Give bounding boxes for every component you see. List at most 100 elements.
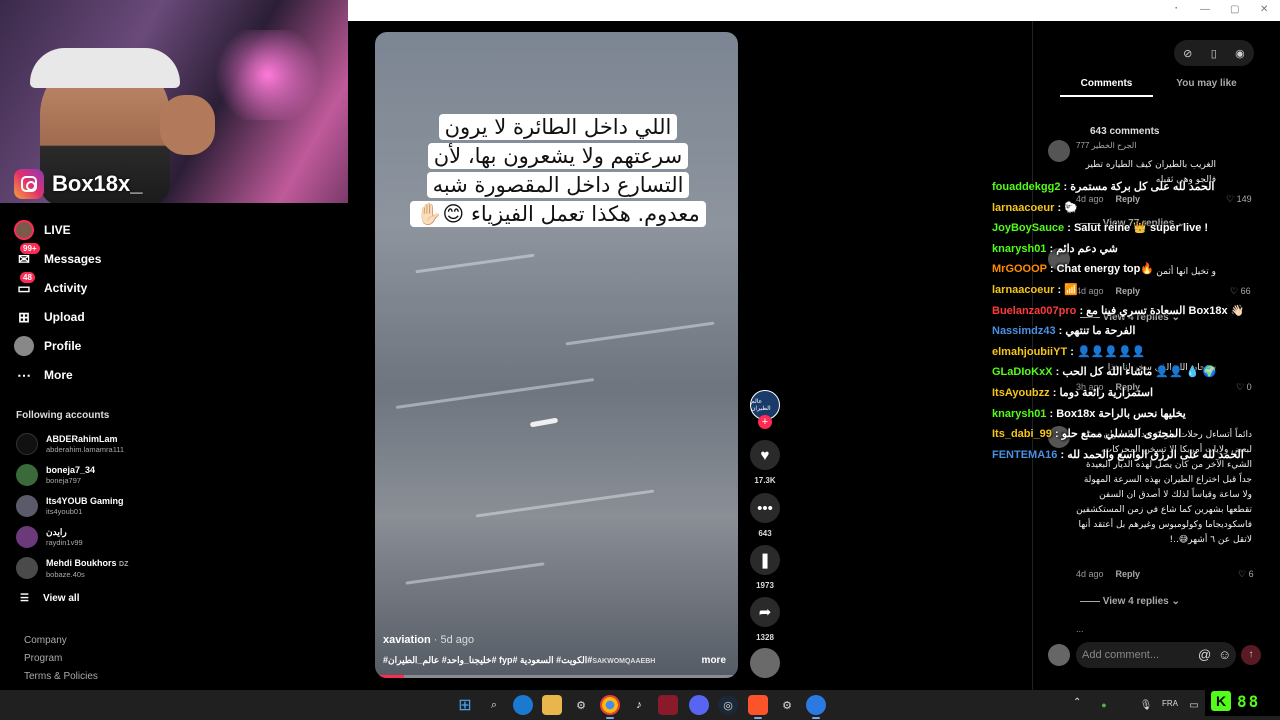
chat-username[interactable]: Buelanza007pro <box>992 305 1076 317</box>
like-count: 0 <box>1246 382 1252 392</box>
chat-username[interactable]: ItsAyoubzz <box>992 387 1050 399</box>
share-button[interactable]: ➦ <box>750 597 780 627</box>
footer-company[interactable]: Company <box>24 635 67 646</box>
comment-like[interactable]: ♡ 6 <box>1238 569 1254 580</box>
send-button[interactable]: ↑ <box>1241 645 1261 665</box>
terrain-streak <box>415 253 535 274</box>
account-handle: boneja797 <box>46 476 82 485</box>
comment-button[interactable]: ••• <box>750 493 780 523</box>
comment-like[interactable]: ♡ 0 <box>1236 382 1252 393</box>
chat-username[interactable]: larnaacoeur <box>992 284 1054 296</box>
reply-button[interactable]: Reply <box>1116 286 1141 296</box>
chat-username[interactable]: knarysh01 <box>992 243 1046 255</box>
reply-button[interactable]: Reply <box>1116 569 1141 579</box>
tiktok-icon[interactable]: ♪ <box>629 695 649 715</box>
share-count: 1328 <box>756 633 774 642</box>
chat-username[interactable]: fouaddekgg2 <box>992 181 1060 193</box>
video-author[interactable]: xaviation · 5d ago <box>383 634 474 646</box>
save-button[interactable]: ❚ <box>750 545 780 575</box>
avatar[interactable] <box>1048 140 1070 162</box>
brave-icon[interactable] <box>748 695 768 719</box>
network-icon[interactable]: ▭ <box>1184 695 1204 715</box>
browser-titlebar: ⠂ — ▢ ✕ <box>348 0 1280 21</box>
following-account[interactable]: رايدن raydin1v99 <box>16 526 83 548</box>
chrome-icon[interactable] <box>600 695 620 719</box>
comment-like[interactable]: ♡ 149 <box>1226 194 1252 205</box>
more-button[interactable]: more <box>702 655 726 666</box>
comment-input[interactable] <box>1082 645 1190 665</box>
airplane <box>529 417 559 428</box>
streamer-hand <box>160 95 215 155</box>
chat-username[interactable]: GLaDIoKxX <box>992 366 1053 378</box>
following-account[interactable]: ABDERahimLam abderahim.lamamra111 <box>16 433 124 455</box>
chat-username[interactable]: knarysh01 <box>992 408 1046 420</box>
store-icon[interactable]: ⚙ <box>571 695 591 715</box>
view-all-link[interactable]: ☰ View all <box>20 593 79 604</box>
minimize-icon[interactable]: — <box>1200 4 1210 15</box>
more-icon: ⋯ <box>17 366 31 383</box>
nav-live[interactable]: LIVE <box>14 220 71 240</box>
upload-icon: ⊞ <box>18 308 30 325</box>
chat-username[interactable]: Its_dabi_99 <box>992 428 1052 440</box>
video-player[interactable]: اللي داخل الطائرة لا يرون سرعتهم ولا يشع… <box>375 32 738 678</box>
chat-username[interactable]: Nassimdz43 <box>992 325 1056 337</box>
chat-message: JoyBoySauce : Salut reine 👑 super live ! <box>992 221 1208 234</box>
nav-activity[interactable]: ▭ 48 Activity <box>14 272 87 298</box>
top-action-pill[interactable]: ⊘ ▯ ◉ <box>1174 40 1254 66</box>
app-icon[interactable] <box>658 695 678 715</box>
footer-terms[interactable]: Terms & Policies <box>24 671 98 682</box>
comment-input-box[interactable]: @ ☺ <box>1076 642 1236 668</box>
language-indicator[interactable]: FRA <box>1162 699 1178 708</box>
following-account[interactable]: Mehdi Boukhors DZ bobaze.40s <box>16 557 128 579</box>
video-progress[interactable] <box>375 675 738 678</box>
post-age: · 5d ago <box>433 634 475 646</box>
file-explorer-icon[interactable] <box>542 695 562 715</box>
nav-label: More <box>44 368 73 382</box>
chat-message: GLaDIoKxX : ماشاء الله كل الحب 👤👤 💧 🌍 <box>992 365 1216 378</box>
chat-username[interactable]: JoyBoySauce <box>992 222 1064 234</box>
tray-chevron-icon[interactable]: ⌃ <box>1073 697 1081 708</box>
view-all-label: View all <box>42 593 80 604</box>
nav-messages[interactable]: ✉ 99+ Messages <box>14 243 101 269</box>
search-icon[interactable]: ⌕ <box>484 695 504 715</box>
microphone-icon[interactable]: 🎙 <box>1136 695 1156 715</box>
reply-button[interactable]: Reply <box>1116 194 1141 204</box>
chat-text: : السعادة تسري فينا مع Box18x 👋🏻 <box>1079 304 1245 317</box>
footer-program[interactable]: Program <box>24 653 62 664</box>
windows-start-icon[interactable]: ⊞ <box>455 695 475 715</box>
sound-avatar[interactable] <box>750 648 780 678</box>
tab-comments[interactable]: Comments <box>1060 78 1153 97</box>
chat-username[interactable]: FENTEMA16 <box>992 449 1057 461</box>
settings-icon[interactable]: ⚙ <box>777 695 797 715</box>
chat-text: : 🐑 <box>1057 201 1078 214</box>
chat-username[interactable]: MrGOOOP <box>992 263 1047 275</box>
emoji-icon[interactable]: ☺ <box>1218 647 1231 662</box>
nav-more[interactable]: ⋯ More <box>14 365 73 385</box>
view-replies[interactable]: —— View 4 replies ⌄ <box>1080 596 1180 607</box>
nav-upload[interactable]: ⊞ Upload <box>14 307 85 327</box>
following-account[interactable]: Its4YOUB Gaming its4youb01 <box>16 495 124 517</box>
chat-text: : Box18x يخليها نحس بالراحة <box>1049 407 1186 420</box>
author-name: xaviation <box>383 634 431 646</box>
browser-icon[interactable] <box>806 695 826 719</box>
discord-icon[interactable] <box>689 695 709 715</box>
mention-icon[interactable]: @ <box>1198 647 1211 662</box>
close-icon[interactable]: ✕ <box>1260 4 1268 15</box>
following-account[interactable]: boneja7_34 boneja797 <box>16 464 95 486</box>
like-button[interactable]: ♥ <box>750 440 780 470</box>
chat-username[interactable]: elmahjoubiiYT <box>992 346 1067 358</box>
comment-user[interactable]: الجرح الخطير 777 <box>1076 141 1136 150</box>
nav-profile[interactable]: Profile <box>14 336 81 356</box>
chat-text: : 👤👤👤👤👤 <box>1070 345 1146 358</box>
window-snap-icon[interactable]: ⠂ <box>1174 4 1181 15</box>
chat-username[interactable]: larnaacoeur <box>992 202 1054 214</box>
edge-icon[interactable] <box>513 695 533 715</box>
tab-you-may-like[interactable]: You may like <box>1160 78 1253 89</box>
tray-app-icon[interactable]: ● <box>1094 695 1114 715</box>
follow-plus-icon[interactable]: + <box>758 415 772 429</box>
steam-icon[interactable]: ◎ <box>718 695 738 715</box>
comment-meta: 4d ago Reply <box>1076 194 1140 204</box>
comment-like[interactable]: ♡ 66 <box>1230 286 1251 297</box>
maximize-icon[interactable]: ▢ <box>1230 4 1239 15</box>
video-tags[interactable]: #خليجنا_واحد# عالم_الطيران# fyp# الكويت#… <box>383 655 663 666</box>
